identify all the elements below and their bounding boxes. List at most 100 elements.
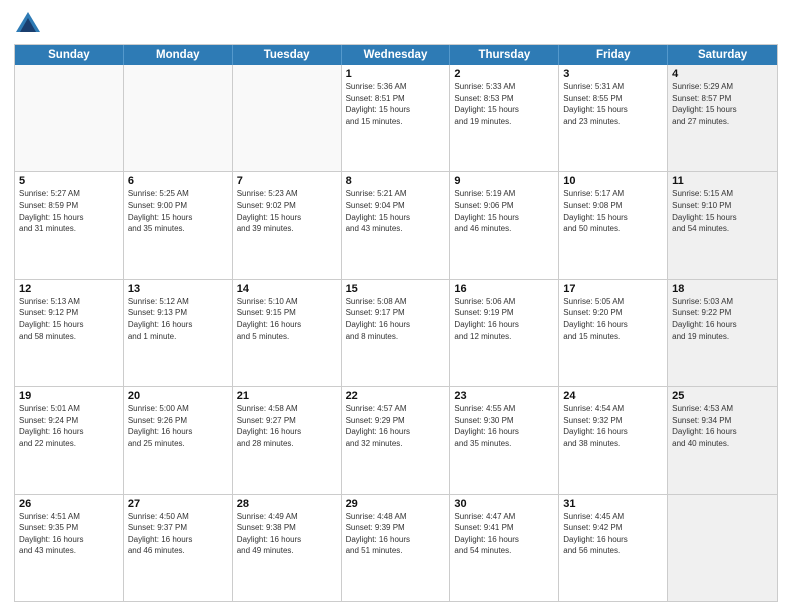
day-info: Sunrise: 5:36 AM Sunset: 8:51 PM Dayligh… (346, 81, 446, 127)
day-info: Sunrise: 4:50 AM Sunset: 9:37 PM Dayligh… (128, 511, 228, 557)
calendar-header: SundayMondayTuesdayWednesdayThursdayFrid… (15, 45, 777, 65)
weekday-header: Friday (559, 45, 668, 65)
day-number: 23 (454, 390, 554, 402)
day-number: 5 (19, 175, 119, 187)
day-info: Sunrise: 5:29 AM Sunset: 8:57 PM Dayligh… (672, 81, 773, 127)
calendar-empty-cell (15, 65, 124, 171)
weekday-header: Wednesday (342, 45, 451, 65)
calendar: SundayMondayTuesdayWednesdayThursdayFrid… (14, 44, 778, 602)
day-number: 19 (19, 390, 119, 402)
calendar-empty-cell (668, 495, 777, 601)
calendar-row: 12Sunrise: 5:13 AM Sunset: 9:12 PM Dayli… (15, 279, 777, 386)
day-info: Sunrise: 5:25 AM Sunset: 9:00 PM Dayligh… (128, 188, 228, 234)
weekday-header: Monday (124, 45, 233, 65)
page: SundayMondayTuesdayWednesdayThursdayFrid… (0, 0, 792, 612)
day-number: 26 (19, 498, 119, 510)
day-info: Sunrise: 5:33 AM Sunset: 8:53 PM Dayligh… (454, 81, 554, 127)
day-info: Sunrise: 5:00 AM Sunset: 9:26 PM Dayligh… (128, 403, 228, 449)
day-info: Sunrise: 4:48 AM Sunset: 9:39 PM Dayligh… (346, 511, 446, 557)
day-info: Sunrise: 4:58 AM Sunset: 9:27 PM Dayligh… (237, 403, 337, 449)
day-info: Sunrise: 5:15 AM Sunset: 9:10 PM Dayligh… (672, 188, 773, 234)
calendar-day-cell: 28Sunrise: 4:49 AM Sunset: 9:38 PM Dayli… (233, 495, 342, 601)
day-number: 4 (672, 68, 773, 80)
day-info: Sunrise: 5:03 AM Sunset: 9:22 PM Dayligh… (672, 296, 773, 342)
day-number: 16 (454, 283, 554, 295)
day-info: Sunrise: 4:55 AM Sunset: 9:30 PM Dayligh… (454, 403, 554, 449)
calendar-row: 1Sunrise: 5:36 AM Sunset: 8:51 PM Daylig… (15, 65, 777, 171)
day-number: 12 (19, 283, 119, 295)
day-number: 3 (563, 68, 663, 80)
day-number: 14 (237, 283, 337, 295)
weekday-header: Sunday (15, 45, 124, 65)
calendar-day-cell: 27Sunrise: 4:50 AM Sunset: 9:37 PM Dayli… (124, 495, 233, 601)
calendar-day-cell: 7Sunrise: 5:23 AM Sunset: 9:02 PM Daylig… (233, 172, 342, 278)
calendar-body: 1Sunrise: 5:36 AM Sunset: 8:51 PM Daylig… (15, 65, 777, 601)
calendar-day-cell: 2Sunrise: 5:33 AM Sunset: 8:53 PM Daylig… (450, 65, 559, 171)
calendar-day-cell: 16Sunrise: 5:06 AM Sunset: 9:19 PM Dayli… (450, 280, 559, 386)
calendar-day-cell: 17Sunrise: 5:05 AM Sunset: 9:20 PM Dayli… (559, 280, 668, 386)
calendar-day-cell: 20Sunrise: 5:00 AM Sunset: 9:26 PM Dayli… (124, 387, 233, 493)
day-info: Sunrise: 5:12 AM Sunset: 9:13 PM Dayligh… (128, 296, 228, 342)
calendar-day-cell: 24Sunrise: 4:54 AM Sunset: 9:32 PM Dayli… (559, 387, 668, 493)
day-info: Sunrise: 5:19 AM Sunset: 9:06 PM Dayligh… (454, 188, 554, 234)
calendar-day-cell: 30Sunrise: 4:47 AM Sunset: 9:41 PM Dayli… (450, 495, 559, 601)
day-number: 17 (563, 283, 663, 295)
day-number: 25 (672, 390, 773, 402)
day-info: Sunrise: 4:53 AM Sunset: 9:34 PM Dayligh… (672, 403, 773, 449)
calendar-day-cell: 21Sunrise: 4:58 AM Sunset: 9:27 PM Dayli… (233, 387, 342, 493)
calendar-day-cell: 15Sunrise: 5:08 AM Sunset: 9:17 PM Dayli… (342, 280, 451, 386)
day-number: 31 (563, 498, 663, 510)
day-number: 1 (346, 68, 446, 80)
day-info: Sunrise: 5:06 AM Sunset: 9:19 PM Dayligh… (454, 296, 554, 342)
day-number: 11 (672, 175, 773, 187)
day-number: 15 (346, 283, 446, 295)
calendar-day-cell: 25Sunrise: 4:53 AM Sunset: 9:34 PM Dayli… (668, 387, 777, 493)
calendar-day-cell: 3Sunrise: 5:31 AM Sunset: 8:55 PM Daylig… (559, 65, 668, 171)
calendar-day-cell: 1Sunrise: 5:36 AM Sunset: 8:51 PM Daylig… (342, 65, 451, 171)
day-number: 24 (563, 390, 663, 402)
calendar-row: 26Sunrise: 4:51 AM Sunset: 9:35 PM Dayli… (15, 494, 777, 601)
header (14, 10, 778, 38)
calendar-day-cell: 19Sunrise: 5:01 AM Sunset: 9:24 PM Dayli… (15, 387, 124, 493)
calendar-row: 5Sunrise: 5:27 AM Sunset: 8:59 PM Daylig… (15, 171, 777, 278)
calendar-day-cell: 31Sunrise: 4:45 AM Sunset: 9:42 PM Dayli… (559, 495, 668, 601)
day-number: 10 (563, 175, 663, 187)
day-info: Sunrise: 5:31 AM Sunset: 8:55 PM Dayligh… (563, 81, 663, 127)
calendar-day-cell: 13Sunrise: 5:12 AM Sunset: 9:13 PM Dayli… (124, 280, 233, 386)
calendar-empty-cell (233, 65, 342, 171)
calendar-row: 19Sunrise: 5:01 AM Sunset: 9:24 PM Dayli… (15, 386, 777, 493)
day-info: Sunrise: 4:51 AM Sunset: 9:35 PM Dayligh… (19, 511, 119, 557)
day-number: 22 (346, 390, 446, 402)
day-info: Sunrise: 5:08 AM Sunset: 9:17 PM Dayligh… (346, 296, 446, 342)
day-number: 8 (346, 175, 446, 187)
day-info: Sunrise: 5:01 AM Sunset: 9:24 PM Dayligh… (19, 403, 119, 449)
day-number: 6 (128, 175, 228, 187)
calendar-day-cell: 18Sunrise: 5:03 AM Sunset: 9:22 PM Dayli… (668, 280, 777, 386)
calendar-day-cell: 8Sunrise: 5:21 AM Sunset: 9:04 PM Daylig… (342, 172, 451, 278)
weekday-header: Thursday (450, 45, 559, 65)
day-number: 7 (237, 175, 337, 187)
calendar-day-cell: 9Sunrise: 5:19 AM Sunset: 9:06 PM Daylig… (450, 172, 559, 278)
calendar-day-cell: 29Sunrise: 4:48 AM Sunset: 9:39 PM Dayli… (342, 495, 451, 601)
day-number: 9 (454, 175, 554, 187)
calendar-day-cell: 10Sunrise: 5:17 AM Sunset: 9:08 PM Dayli… (559, 172, 668, 278)
day-info: Sunrise: 5:10 AM Sunset: 9:15 PM Dayligh… (237, 296, 337, 342)
day-info: Sunrise: 4:57 AM Sunset: 9:29 PM Dayligh… (346, 403, 446, 449)
calendar-day-cell: 4Sunrise: 5:29 AM Sunset: 8:57 PM Daylig… (668, 65, 777, 171)
calendar-empty-cell (124, 65, 233, 171)
day-number: 18 (672, 283, 773, 295)
day-info: Sunrise: 5:21 AM Sunset: 9:04 PM Dayligh… (346, 188, 446, 234)
calendar-day-cell: 11Sunrise: 5:15 AM Sunset: 9:10 PM Dayli… (668, 172, 777, 278)
day-info: Sunrise: 4:45 AM Sunset: 9:42 PM Dayligh… (563, 511, 663, 557)
day-info: Sunrise: 5:05 AM Sunset: 9:20 PM Dayligh… (563, 296, 663, 342)
day-info: Sunrise: 5:27 AM Sunset: 8:59 PM Dayligh… (19, 188, 119, 234)
day-number: 27 (128, 498, 228, 510)
day-number: 29 (346, 498, 446, 510)
weekday-header: Saturday (668, 45, 777, 65)
calendar-day-cell: 26Sunrise: 4:51 AM Sunset: 9:35 PM Dayli… (15, 495, 124, 601)
day-info: Sunrise: 5:23 AM Sunset: 9:02 PM Dayligh… (237, 188, 337, 234)
day-info: Sunrise: 5:13 AM Sunset: 9:12 PM Dayligh… (19, 296, 119, 342)
day-number: 20 (128, 390, 228, 402)
day-number: 13 (128, 283, 228, 295)
calendar-day-cell: 5Sunrise: 5:27 AM Sunset: 8:59 PM Daylig… (15, 172, 124, 278)
